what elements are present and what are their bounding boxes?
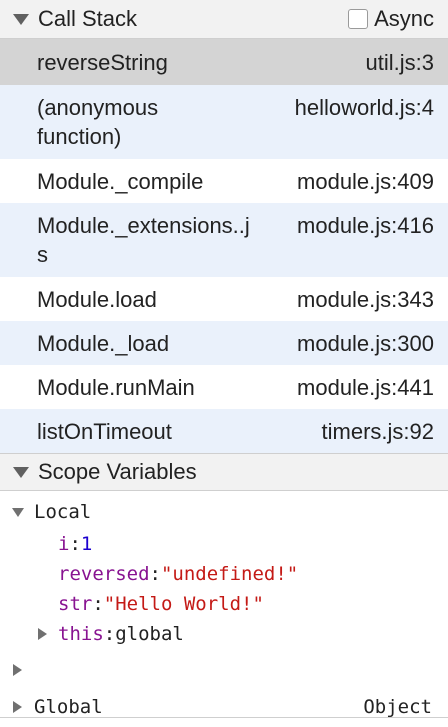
variable-row[interactable]: this: global <box>0 619 448 649</box>
frame-location: module.js:409 <box>297 168 434 194</box>
scope-body: Local i: 1 reversed: "undefined!" str: "… <box>0 495 448 725</box>
frame-name: Module.runMain <box>37 374 195 400</box>
async-checkbox[interactable] <box>348 9 369 29</box>
variable-separator: : <box>149 563 161 585</box>
frame-location: util.js:3 <box>365 49 434 75</box>
call-frame[interactable]: listOnTimeout timers.js:92 <box>0 409 448 453</box>
bottom-divider <box>0 717 448 718</box>
frame-name: Module._extensions..js <box>37 213 250 267</box>
call-stack-title: Call Stack <box>38 6 138 31</box>
scope-local-label: Local <box>34 501 92 523</box>
call-frame[interactable]: reverseString util.js:3 <box>0 39 448 85</box>
frame-name: (anonymous function) <box>37 95 159 149</box>
collapse-triangle-icon[interactable] <box>13 13 29 25</box>
frame-name: Module._load <box>37 330 170 356</box>
frame-name: Module._compile <box>37 168 204 194</box>
frame-name: listOnTimeout <box>37 418 172 444</box>
variable-row[interactable]: i: 1 <box>0 529 448 559</box>
expand-down-icon[interactable] <box>12 508 24 517</box>
async-toggle[interactable]: Async <box>348 6 434 32</box>
variable-separator: : <box>92 593 104 615</box>
collapse-triangle-icon[interactable] <box>13 466 29 478</box>
call-stack-list: reverseString util.js:3 (anonymous funct… <box>0 39 448 453</box>
variable-row[interactable]: str: "Hello World!" <box>0 589 448 619</box>
variable-key: str <box>58 593 93 615</box>
variable-key: this <box>58 623 104 645</box>
scope-global-label: Global <box>34 696 103 718</box>
call-frame[interactable]: Module.runMain module.js:441 <box>0 365 448 409</box>
call-frame[interactable]: Module._compile module.js:409 <box>0 159 448 203</box>
frame-location: module.js:343 <box>297 286 434 312</box>
async-label: Async <box>374 6 434 31</box>
variable-key: reversed <box>58 563 150 585</box>
scope-variables-title: Scope Variables <box>38 459 197 484</box>
frame-name: reverseString <box>37 49 168 75</box>
variable-separator: : <box>103 623 116 645</box>
variable-value: global <box>115 623 184 645</box>
variable-value: 1 <box>80 533 93 555</box>
variable-key: i <box>58 533 70 555</box>
frame-name: Module.load <box>37 286 157 312</box>
variable-separator: : <box>69 533 81 555</box>
frame-location: module.js:300 <box>297 330 434 356</box>
scope-global[interactable]: Global Object <box>0 687 448 727</box>
expand-right-icon[interactable] <box>13 664 22 676</box>
call-frame[interactable]: Module.load module.js:343 <box>0 277 448 321</box>
scope-variables-header[interactable]: Scope Variables <box>0 453 448 491</box>
variable-row[interactable]: reversed: "undefined!" <box>0 559 448 589</box>
scope-global-value: Object <box>363 696 432 718</box>
call-frame[interactable]: (anonymous function) helloworld.js:4 <box>0 85 448 159</box>
call-frame[interactable]: Module._extensions..js module.js:416 <box>0 203 448 277</box>
expand-right-icon[interactable] <box>38 628 47 640</box>
frame-location: module.js:441 <box>297 374 434 400</box>
variable-value: "Hello World!" <box>103 593 264 615</box>
frame-location: helloworld.js:4 <box>294 95 434 120</box>
call-frame[interactable]: Module._load module.js:300 <box>0 321 448 365</box>
scope-local[interactable]: Local <box>0 495 448 529</box>
call-stack-header[interactable]: Call Stack Async <box>0 0 448 39</box>
scope-closure[interactable] <box>0 653 448 687</box>
expand-right-icon[interactable] <box>13 701 22 713</box>
frame-location: module.js:416 <box>297 213 434 238</box>
frame-location: timers.js:92 <box>321 418 434 444</box>
variable-value: "undefined!" <box>160 563 299 585</box>
